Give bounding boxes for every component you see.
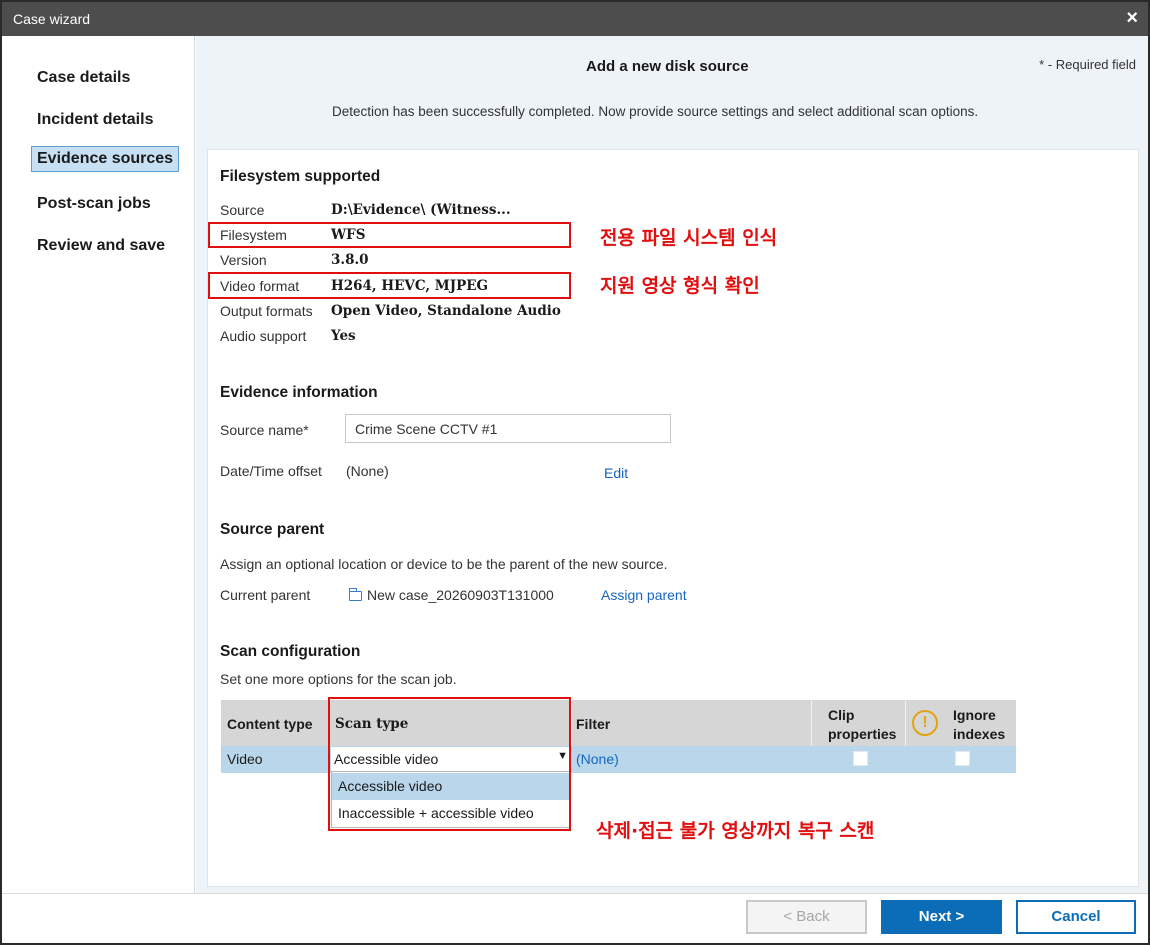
version-label: Version	[220, 252, 267, 268]
output-formats-label: Output formats	[220, 303, 313, 319]
evidence-heading: Evidence information	[220, 384, 378, 401]
scan-type-annotation: 삭제·접근 불가 영상까지 복구 스캔	[596, 820, 875, 842]
video-format-annotation: 지원 영상 형식 확인	[600, 275, 760, 297]
scan-config-heading: Scan configuration	[220, 643, 361, 660]
filesystem-annotation: 전용 파일 시스템 인식	[600, 227, 778, 249]
title-bar: Case wizard ×	[2, 2, 1148, 36]
source-label: Source	[220, 202, 265, 218]
window-title: Case wizard	[13, 11, 91, 27]
source-name-input[interactable]: Crime Scene CCTV #1	[345, 414, 671, 443]
wizard-sidebar: Case details Incident details Evidence s…	[2, 36, 195, 893]
source-name-label: Source name*	[220, 422, 309, 438]
row-filter-link[interactable]: (None)	[576, 751, 619, 767]
page-title: Add a new disk source	[586, 58, 749, 75]
sidebar-item-case-details[interactable]: Case details	[32, 66, 135, 90]
col-filter: Filter	[576, 716, 611, 732]
sidebar-item-evidence-sources[interactable]: Evidence sources	[31, 146, 180, 172]
version-value: 3.8.0	[331, 252, 369, 268]
back-button[interactable]: < Back	[746, 900, 867, 934]
cancel-button[interactable]: Cancel	[1016, 900, 1136, 934]
date-time-offset-label: Date/Time offset	[220, 463, 322, 479]
col-clip-properties-line1: Clip	[828, 707, 855, 723]
next-button[interactable]: Next >	[881, 900, 1002, 934]
assign-parent-link[interactable]: Assign parent	[601, 587, 687, 603]
col-clip-properties-line2: properties	[828, 726, 897, 742]
current-parent-label: Current parent	[220, 587, 311, 603]
required-field-note: * - Required field	[1039, 57, 1136, 72]
edit-offset-link[interactable]: Edit	[604, 465, 628, 481]
filesystem-heading: Filesystem supported	[220, 168, 381, 185]
sidebar-item-post-scan-jobs[interactable]: Post-scan jobs	[32, 192, 156, 216]
filesystem-highlight-box	[208, 222, 571, 248]
scan-config-description: Set one more options for the scan job.	[220, 671, 457, 687]
close-icon[interactable]: ×	[1126, 7, 1138, 29]
sidebar-item-review-and-save[interactable]: Review and save	[32, 234, 170, 258]
col-ignore-indexes-line1: Ignore	[953, 707, 996, 723]
current-parent-value: New case_20260903T131000	[367, 587, 554, 603]
row-content-type: Video	[227, 751, 263, 767]
source-value: D:\Evidence\ (Witness...	[331, 202, 511, 218]
main-content: Add a new disk source * - Required field…	[196, 36, 1148, 893]
audio-support-label: Audio support	[220, 328, 307, 344]
clip-properties-checkbox[interactable]	[853, 751, 868, 766]
wizard-footer: < Back Next > Cancel	[2, 893, 1148, 943]
output-formats-value: Open Video, Standalone Audio	[331, 303, 561, 319]
case-wizard-window: Case wizard × Case details Incident deta…	[0, 0, 1150, 945]
sidebar-item-incident-details[interactable]: Incident details	[32, 108, 158, 132]
source-parent-heading: Source parent	[220, 521, 325, 538]
col-content-type: Content type	[227, 716, 313, 732]
date-time-offset-value: (None)	[346, 463, 389, 479]
folder-icon	[348, 588, 362, 601]
scan-type-highlight-box	[328, 697, 571, 831]
video-format-highlight-box	[208, 272, 571, 299]
page-description: Detection has been successfully complete…	[332, 104, 979, 119]
warning-icon: !	[912, 710, 938, 736]
ignore-indexes-checkbox[interactable]	[955, 751, 970, 766]
source-parent-description: Assign an optional location or device to…	[220, 556, 668, 572]
audio-support-value: Yes	[331, 328, 356, 344]
col-ignore-indexes-line2: indexes	[953, 726, 1006, 742]
source-settings-panel: Filesystem supported Source D:\Evidence\…	[207, 149, 1139, 887]
